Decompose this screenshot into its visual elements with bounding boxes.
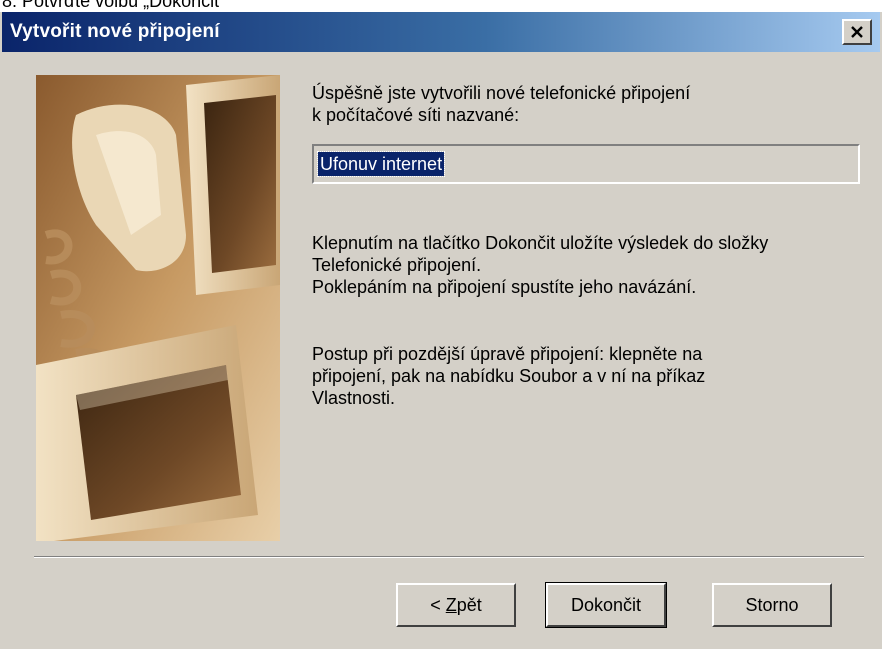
finish-instructions: Klepnutím na tlačítko Dokončit uložíte v… bbox=[312, 233, 769, 297]
wizard-picture-telephone-monitors bbox=[36, 75, 280, 541]
connection-name-text: Ufonuv internet bbox=[316, 151, 446, 177]
finish-button[interactable]: Dokončit bbox=[545, 582, 667, 628]
back-button[interactable]: < Zpět bbox=[396, 583, 516, 627]
cancel-button[interactable]: Storno bbox=[712, 583, 832, 627]
success-message: Úspěšně jste vytvořili nové telefonické … bbox=[312, 83, 691, 125]
edit-instructions: Postup při pozdější úpravě připojení: kl… bbox=[312, 344, 706, 408]
new-connection-wizard-dialog: Vytvořit nové připojení Úspěšně jste vyt… bbox=[0, 12, 882, 649]
close-x-icon bbox=[851, 26, 863, 38]
connection-name-field[interactable]: Ufonuv internet bbox=[312, 144, 860, 184]
close-button[interactable] bbox=[842, 19, 872, 45]
title-bar[interactable]: Vytvořit nové připojení bbox=[2, 12, 880, 52]
page-caption: 8. Potvrďte volbu „Dokončit bbox=[2, 0, 220, 11]
dialog-title: Vytvořit nové připojení bbox=[10, 21, 220, 42]
button-separator bbox=[34, 556, 864, 558]
